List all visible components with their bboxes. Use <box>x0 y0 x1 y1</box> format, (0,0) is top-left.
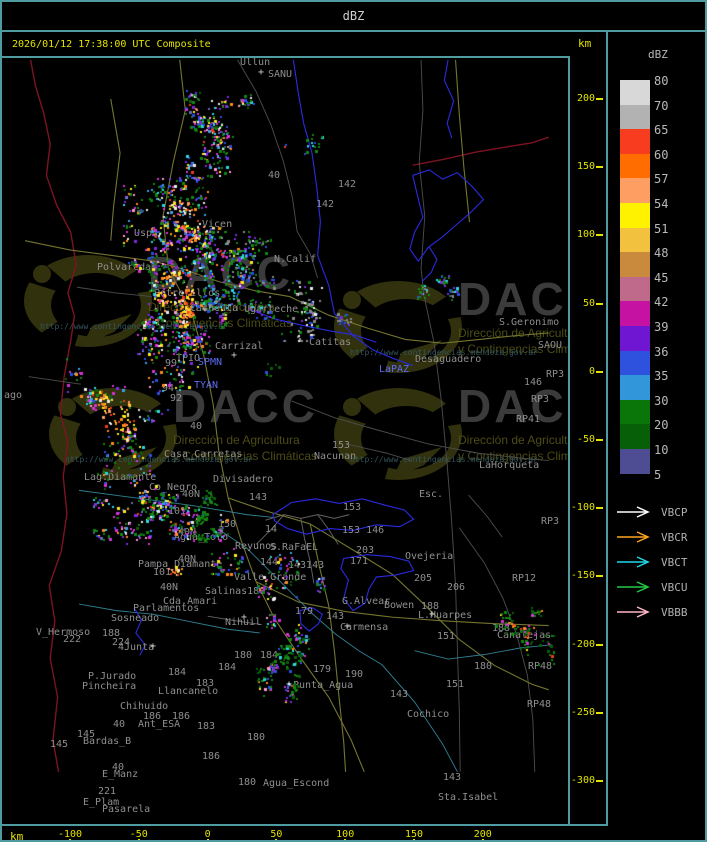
y-tick-label: -200 <box>570 638 595 650</box>
y-tick-label: -250 <box>570 706 595 718</box>
colorbar-value-label: 5 <box>654 467 662 482</box>
y-tick-label: -300 <box>570 775 595 786</box>
radar-echo-canvas <box>2 58 568 824</box>
vector-arrow-icon <box>617 531 650 543</box>
colorbar-value-label: 10 <box>654 443 669 457</box>
vector-label: VBCR <box>661 530 688 544</box>
y-tick-label: -50 <box>576 434 595 445</box>
vector-arrow-icon <box>617 506 650 518</box>
legend-panel: dBZ 80 70 65 60 57 54 51 48 45 42 39 36 35 30 20 10 5 VB… <box>608 32 705 840</box>
vector-label: VBCU <box>661 580 688 594</box>
colorbar-swatch <box>620 326 650 352</box>
colorbar-value-label: 20 <box>654 418 669 433</box>
colorbar-swatch <box>620 129 650 155</box>
colorbar-swatch <box>620 301 650 327</box>
colorbar-value-label: 36 <box>654 344 669 359</box>
colorbar-value-label: 65 <box>654 123 669 138</box>
colorbar-swatch <box>620 424 650 450</box>
y-tick-mark <box>596 643 603 646</box>
colorbar-swatch <box>620 104 650 130</box>
radar-app-window: dBZ 2026/01/12 17:38:00 UTC Composite km… <box>0 0 707 842</box>
vector-legend-row: VBBB <box>616 605 688 619</box>
x-axis-unit: km <box>10 830 24 842</box>
colorbar-value-label: 80 <box>654 74 669 88</box>
colorbar-swatch <box>620 252 650 278</box>
vector-label: VBCT <box>661 555 688 569</box>
vector-legend-row: VBCR <box>616 530 688 544</box>
y-tick-mark <box>596 98 603 100</box>
colorbar-value-label: 35 <box>654 369 669 384</box>
colorbar-value-label: 60 <box>654 147 669 162</box>
radar-map-frame: DACCDirección de Agriculturay Contingenc… <box>2 56 570 824</box>
timestamp-label: 2026/01/12 17:38:00 UTC Composite <box>12 38 211 50</box>
colorbar-value-label: 39 <box>654 320 669 334</box>
y-tick-label: 150 <box>576 161 595 173</box>
colorbar-value-label: 51 <box>654 221 669 236</box>
y-tick-mark <box>596 302 603 305</box>
colorbar-value-label: 30 <box>654 393 669 408</box>
y-tick-mark <box>596 370 603 373</box>
page-title: dBZ <box>342 9 365 23</box>
title-bar: dBZ <box>2 2 705 32</box>
y-tick-label: 0 <box>588 365 595 377</box>
colorbar-swatch <box>620 178 650 204</box>
x-axis: km -100 -50 0 50 100 150 200 <box>2 824 608 842</box>
y-tick-label: 100 <box>576 229 595 241</box>
vector-arrow-icon <box>617 606 650 618</box>
colorbar-value-label: 70 <box>654 98 669 113</box>
vector-arrow-icon <box>617 581 650 593</box>
y-tick-label: -100 <box>570 502 595 514</box>
y-tick-mark <box>596 166 603 169</box>
colorbar-swatch <box>620 80 650 106</box>
y-axis-unit: km <box>578 37 592 50</box>
radar-map: DACCDirección de Agriculturay Contingenc… <box>2 58 568 824</box>
colorbar-value-label: 48 <box>654 246 669 261</box>
vector-legend-row: VBCT <box>616 555 688 569</box>
colorbar-value-label: 45 <box>654 270 669 285</box>
colorbar-swatch <box>620 375 650 401</box>
y-axis: km 200 150 100 50 0 -50 -100 -150 -200 -250 -300 <box>570 32 608 824</box>
colorbar-swatch <box>620 203 650 229</box>
y-tick-label: -150 <box>570 570 595 582</box>
colorbar-swatch <box>620 350 650 376</box>
colorbar-swatch <box>620 276 650 302</box>
colorbar-value-label: 57 <box>654 172 669 187</box>
y-tick-label: 200 <box>576 93 595 104</box>
colorbar-swatch <box>620 399 650 425</box>
vector-arrow-icon <box>617 556 650 568</box>
colorbar-swatch <box>620 449 650 475</box>
colorbar-swatch <box>620 153 650 179</box>
colorbar-title: dBZ <box>648 48 668 61</box>
header-bar: 2026/01/12 17:38:00 UTC Composite <box>2 32 568 56</box>
y-tick-label: 50 <box>582 297 595 309</box>
colorbar-swatch <box>620 227 650 253</box>
y-tick-mark <box>596 439 603 441</box>
colorbar-value-label: 54 <box>654 197 669 211</box>
vector-label: VBBB <box>661 605 688 619</box>
y-tick-mark <box>596 507 603 510</box>
y-tick-mark <box>596 234 603 237</box>
vector-legend-row: VBCU <box>616 580 688 594</box>
y-tick-mark <box>596 575 603 578</box>
colorbar-value-label: 42 <box>654 295 669 310</box>
y-tick-mark <box>596 711 603 714</box>
y-tick-mark <box>596 780 603 782</box>
vector-label: VBCP <box>661 505 688 519</box>
vector-legend-row: VBCP <box>616 505 688 519</box>
